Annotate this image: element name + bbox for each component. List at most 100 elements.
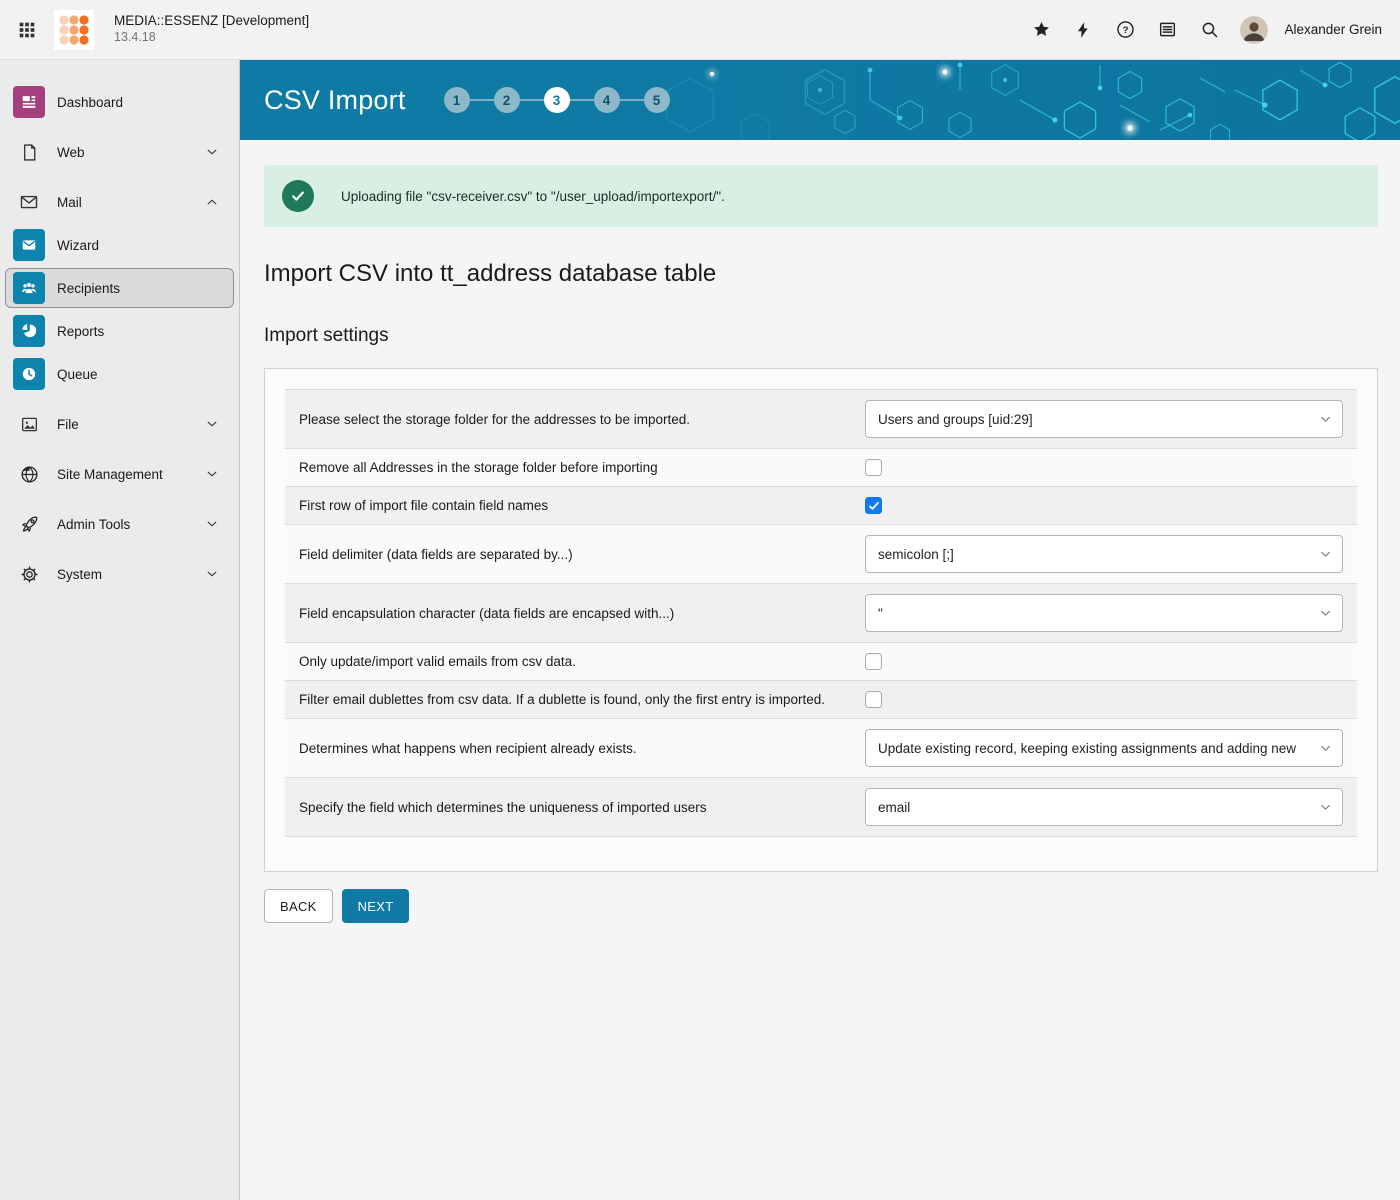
wizard-step-2[interactable]: 2 bbox=[494, 87, 520, 113]
import-heading: Import CSV into tt_address database tabl… bbox=[264, 260, 1378, 288]
flash-text: Uploading file "csv-receiver.csv" to "/u… bbox=[341, 189, 725, 204]
check-circle-icon bbox=[282, 180, 314, 212]
sidebar-item-queue[interactable]: Queue bbox=[5, 354, 234, 394]
list-icon[interactable] bbox=[1150, 13, 1184, 47]
filter-dublettes-checkbox[interactable] bbox=[865, 691, 882, 708]
chevron-down-icon[interactable] bbox=[205, 517, 219, 531]
import-settings-heading: Import settings bbox=[264, 325, 1378, 347]
sidebar-item-label: System bbox=[57, 567, 205, 582]
select-value: Update existing record, keeping existing… bbox=[878, 741, 1296, 756]
settings-row-storage-folder: Please select the storage folder for the… bbox=[285, 389, 1357, 449]
setting-label: Field encapsulation character (data fiel… bbox=[299, 606, 865, 621]
settings-row-filter-dublettes: Filter email dublettes from csv data. If… bbox=[285, 681, 1357, 719]
select-value: Users and groups [uid:29] bbox=[878, 412, 1033, 427]
uniqueness-field-select[interactable]: email bbox=[865, 788, 1343, 826]
field-encapsulation-select[interactable]: " bbox=[865, 594, 1343, 632]
chevron-down-icon[interactable] bbox=[205, 417, 219, 431]
bolt-icon[interactable] bbox=[1066, 13, 1100, 47]
sidebar-item-label: Admin Tools bbox=[57, 517, 205, 532]
brand-dots-logo[interactable] bbox=[54, 10, 94, 50]
chevron-down-icon bbox=[1319, 413, 1332, 426]
module-sidebar: Dashboard Web Mail Wizard Recipients bbox=[0, 60, 240, 1200]
reports-piechart-icon bbox=[13, 315, 45, 347]
sidebar-item-label: Wizard bbox=[57, 238, 225, 253]
topbar: MEDIA::ESSENZ [Development] 13.4.18 ? Al… bbox=[0, 0, 1400, 60]
sidebar-item-web[interactable]: Web bbox=[5, 132, 234, 172]
wizard-step-1[interactable]: 1 bbox=[444, 87, 470, 113]
app-title: MEDIA::ESSENZ [Development] bbox=[114, 13, 309, 30]
search-icon[interactable] bbox=[1192, 13, 1226, 47]
mail-icon bbox=[13, 186, 45, 218]
setting-label: Only update/import valid emails from csv… bbox=[299, 654, 865, 669]
sidebar-item-system[interactable]: System bbox=[5, 554, 234, 594]
page-title: CSV Import bbox=[264, 85, 406, 116]
sidebar-item-label: Dashboard bbox=[57, 95, 225, 110]
sidebar-item-label: Recipients bbox=[57, 281, 225, 296]
wizard-step-5[interactable]: 5 bbox=[644, 87, 670, 113]
help-icon[interactable]: ? bbox=[1108, 13, 1142, 47]
sidebar-item-mail[interactable]: Mail bbox=[5, 182, 234, 222]
first-row-names-checkbox[interactable] bbox=[865, 497, 882, 514]
chevron-down-icon[interactable] bbox=[205, 467, 219, 481]
step-connector bbox=[620, 99, 644, 101]
page-icon bbox=[13, 136, 45, 168]
wizard-step-4[interactable]: 4 bbox=[594, 87, 620, 113]
settings-row-first-row-names: First row of import file contain field n… bbox=[285, 487, 1357, 525]
select-value: " bbox=[878, 606, 883, 621]
step-connector bbox=[470, 99, 494, 101]
select-value: email bbox=[878, 800, 910, 815]
sidebar-item-wizard[interactable]: Wizard bbox=[5, 225, 234, 265]
sidebar-item-site-management[interactable]: Site Management bbox=[5, 454, 234, 494]
sidebar-item-label: Queue bbox=[57, 367, 225, 382]
chevron-down-icon[interactable] bbox=[205, 145, 219, 159]
chevron-up-icon[interactable] bbox=[205, 195, 219, 209]
dashboard-icon bbox=[13, 86, 45, 118]
back-button[interactable]: BACK bbox=[264, 889, 333, 923]
settings-row-existing-recipient: Determines what happens when recipient a… bbox=[285, 719, 1357, 778]
step-connector bbox=[520, 99, 544, 101]
chevron-down-icon bbox=[1319, 742, 1332, 755]
module-header: CSV Import 12345 bbox=[240, 60, 1400, 140]
settings-row-field-encapsulation: Field encapsulation character (data fiel… bbox=[285, 584, 1357, 643]
wizard-step-3[interactable]: 3 bbox=[544, 87, 570, 113]
setting-label: Remove all Addresses in the storage fold… bbox=[299, 460, 865, 475]
wizard-envelope-icon bbox=[13, 229, 45, 261]
step-connector bbox=[570, 99, 594, 101]
user-avatar[interactable] bbox=[1240, 16, 1268, 44]
hexagon-pattern-decoration bbox=[660, 60, 1400, 140]
settings-row-valid-emails: Only update/import valid emails from csv… bbox=[285, 643, 1357, 681]
remove-addresses-checkbox[interactable] bbox=[865, 459, 882, 476]
setting-label: Specify the field which determines the u… bbox=[299, 800, 865, 815]
sidebar-item-label: File bbox=[57, 417, 205, 432]
setting-label: Please select the storage folder for the… bbox=[299, 412, 865, 427]
chevron-down-icon bbox=[1319, 801, 1332, 814]
app-version: 13.4.18 bbox=[114, 30, 309, 46]
storage-folder-select[interactable]: Users and groups [uid:29] bbox=[865, 400, 1343, 438]
sidebar-item-label: Reports bbox=[57, 324, 225, 339]
image-icon bbox=[13, 408, 45, 440]
existing-recipient-select[interactable]: Update existing record, keeping existing… bbox=[865, 729, 1343, 767]
appgrid-icon[interactable] bbox=[14, 17, 40, 43]
recipients-users-icon bbox=[13, 272, 45, 304]
setting-label: Determines what happens when recipient a… bbox=[299, 741, 865, 756]
chevron-down-icon bbox=[1319, 607, 1332, 620]
star-icon[interactable] bbox=[1024, 13, 1058, 47]
chevron-down-icon bbox=[1319, 548, 1332, 561]
next-button[interactable]: NEXT bbox=[342, 889, 410, 923]
setting-label: First row of import file contain field n… bbox=[299, 498, 865, 513]
import-settings-panel: Please select the storage folder for the… bbox=[264, 368, 1378, 872]
sidebar-item-recipients[interactable]: Recipients bbox=[5, 268, 234, 308]
user-name[interactable]: Alexander Grein bbox=[1284, 22, 1382, 37]
field-delimiter-select[interactable]: semicolon [;] bbox=[865, 535, 1343, 573]
globe-icon bbox=[13, 458, 45, 490]
topbar-actions: ? Alexander Grein bbox=[1024, 13, 1382, 47]
valid-emails-checkbox[interactable] bbox=[865, 653, 882, 670]
sidebar-item-reports[interactable]: Reports bbox=[5, 311, 234, 351]
chevron-down-icon[interactable] bbox=[205, 567, 219, 581]
queue-clock-icon bbox=[13, 358, 45, 390]
sidebar-item-admin-tools[interactable]: Admin Tools bbox=[5, 504, 234, 544]
sidebar-item-file[interactable]: File bbox=[5, 404, 234, 444]
sidebar-item-dashboard[interactable]: Dashboard bbox=[5, 82, 234, 122]
setting-label: Filter email dublettes from csv data. If… bbox=[299, 692, 865, 707]
gear-icon bbox=[13, 558, 45, 590]
